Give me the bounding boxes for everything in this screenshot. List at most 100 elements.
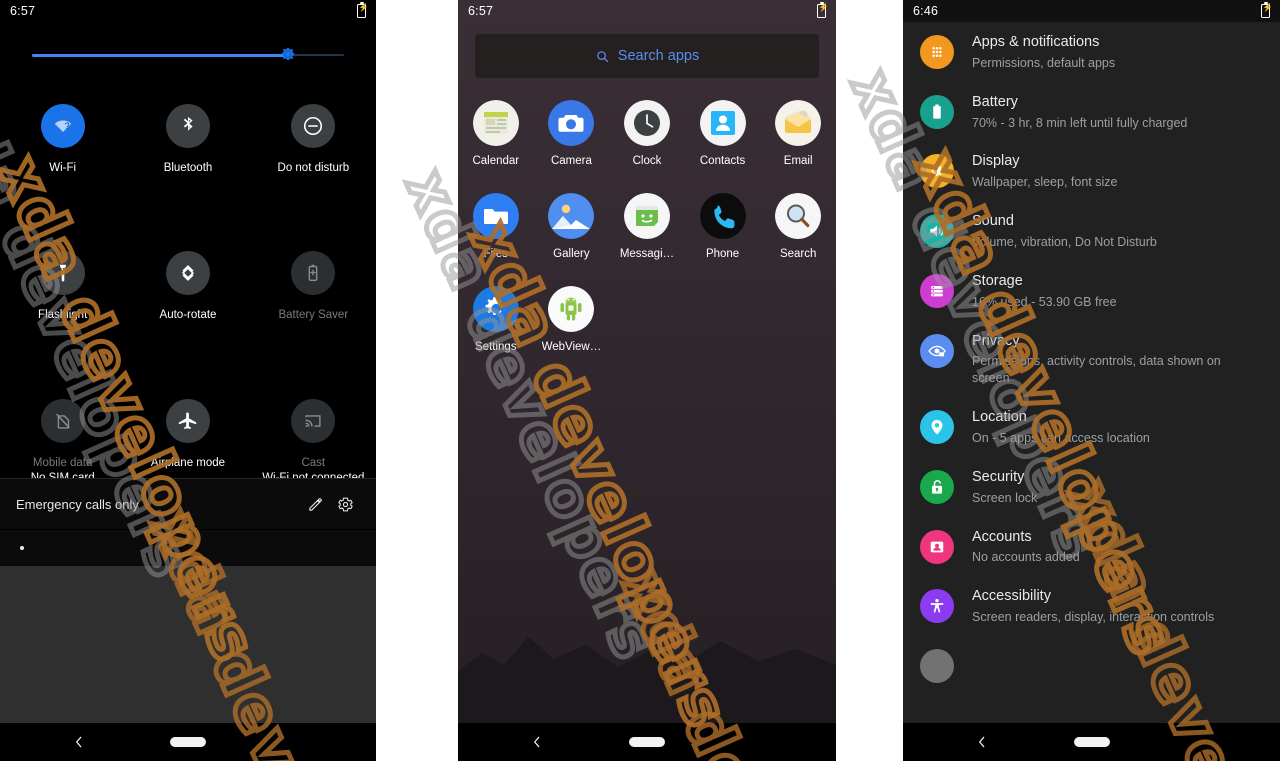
home-pill[interactable] — [1073, 737, 1110, 747]
status-bar-icons — [357, 2, 368, 18]
navigation-bar — [0, 723, 376, 761]
clock-app-icon — [623, 100, 670, 146]
settings-row-security[interactable]: Security Screen lock — [903, 457, 1280, 517]
tile-battery-saver[interactable]: Battery Saver — [251, 251, 376, 322]
navigation-bar — [903, 723, 1280, 761]
tile-mobile-data[interactable]: Mobile data No SIM card — [0, 398, 125, 486]
settings-row-location[interactable]: Location On - 5 apps can access location — [903, 397, 1280, 457]
tile-row-2: Flashlight Auto-rotate Battery Saver — [0, 251, 376, 322]
app-label: Gallery — [553, 248, 590, 260]
quick-settings-page-indicator — [0, 530, 376, 566]
settings-row-text: Display Wallpaper, sleep, font size — [972, 151, 1117, 191]
status-bar-clock: 6:57 — [468, 4, 494, 18]
app-settings[interactable]: Settings — [458, 286, 534, 353]
app-phone[interactable]: Phone — [685, 193, 761, 260]
settings-row-subtitle: No accounts added — [972, 550, 1080, 565]
webview-app-icon — [548, 286, 595, 332]
app-label: Contacts — [699, 155, 746, 167]
settings-row-privacy[interactable]: Privacy Permissions, activity controls, … — [903, 321, 1280, 398]
settings-panel: 6:46 Apps & notifications Permissions, d… — [903, 0, 1280, 761]
app-contacts[interactable]: Contacts — [685, 100, 761, 167]
quick-settings-footer: Emergency calls only — [0, 478, 376, 529]
settings-row-accessibility[interactable]: Accessibility Screen readers, display, i… — [903, 576, 1280, 636]
settings-row-title: Storage — [972, 272, 1023, 289]
tile-airplane-mode[interactable]: Airplane mode — [125, 398, 250, 486]
settings-row-battery[interactable]: Battery 70% - 3 hr, 8 min left until ful… — [903, 82, 1280, 142]
gear-icon[interactable] — [330, 496, 360, 513]
settings-row-apps-notifications[interactable]: Apps & notifications Permissions, defaul… — [903, 22, 1280, 82]
tile-label: Battery Saver — [278, 309, 349, 322]
back-chevron-icon[interactable] — [72, 735, 86, 749]
settings-row-sound[interactable]: Sound Volume, vibration, Do Not Disturb — [903, 201, 1280, 261]
app-label: Clock — [632, 155, 662, 167]
brightness-slider[interactable] — [32, 47, 344, 61]
settings-row-subtitle: 16% used - 53.90 GB free — [972, 294, 1117, 309]
app-slot-empty — [685, 286, 761, 353]
app-clock[interactable]: Clock — [609, 100, 685, 167]
settings-row-storage[interactable]: Storage 16% used - 53.90 GB free — [903, 261, 1280, 321]
settings-row-text: Security Screen lock — [972, 467, 1037, 507]
app-camera[interactable]: Camera — [534, 100, 610, 167]
app-label: Search — [779, 248, 817, 260]
tile-auto-rotate[interactable]: Auto-rotate — [125, 251, 250, 322]
tile-flashlight[interactable]: Flashlight — [0, 251, 125, 322]
settings-row-title: Display — [972, 153, 1020, 170]
settings-row-text: Battery 70% - 3 hr, 8 min left until ful… — [972, 92, 1187, 132]
tile-label: Do not disturb — [277, 162, 350, 174]
settings-row-text: Location On - 5 apps can access location — [972, 407, 1150, 447]
app-webview[interactable]: WebView… — [534, 286, 610, 353]
settings-row-accounts[interactable]: Accounts No accounts added — [903, 517, 1280, 577]
home-pill[interactable] — [629, 737, 665, 747]
back-chevron-icon[interactable] — [975, 735, 989, 749]
brightness-thumb[interactable] — [278, 44, 298, 64]
settings-row-subtitle: Screen readers, display, interaction con… — [972, 610, 1215, 625]
files-app-icon — [472, 193, 519, 239]
app-gallery[interactable]: Gallery — [534, 193, 610, 260]
gallery-app-icon — [548, 193, 595, 239]
app-label: Messagi… — [619, 248, 675, 260]
contacts-app-icon — [699, 100, 746, 146]
app-grid: Calendar Camera Clock Contacts Email Fil… — [458, 100, 836, 379]
settings-row-text: Accounts No accounts added — [972, 527, 1080, 567]
tile-bluetooth[interactable]: Bluetooth — [125, 104, 250, 175]
battery-saver-icon — [291, 251, 336, 296]
tile-do-not-disturb[interactable]: Do not disturb — [251, 104, 376, 175]
settings-row-partial[interactable] — [903, 636, 1280, 693]
status-bar-clock: 6:46 — [913, 4, 939, 18]
app-files[interactable]: Files — [458, 193, 534, 260]
tile-label: Auto-rotate — [159, 309, 217, 322]
status-bar: 6:57 — [458, 0, 836, 22]
settings-list[interactable]: Apps & notifications Permissions, defaul… — [903, 22, 1280, 733]
settings-row-subtitle: Permissions, default apps — [972, 55, 1116, 70]
bluetooth-icon — [165, 104, 210, 148]
cast-icon — [291, 398, 336, 443]
settings-row-title: Accounts — [972, 528, 1032, 545]
settings-row-display[interactable]: Display Wallpaper, sleep, font size — [903, 141, 1280, 201]
battery-charging-icon — [1261, 2, 1272, 18]
home-pill[interactable] — [170, 737, 206, 747]
settings-row-title: Location — [972, 409, 1027, 426]
settings-row-subtitle: Permissions, activity controls, data sho… — [972, 354, 1221, 386]
app-calendar[interactable]: Calendar — [458, 100, 534, 167]
tile-cast[interactable]: Cast Wi-Fi not connected — [251, 398, 376, 486]
tile-wifi[interactable]: ? Wi-Fi — [0, 104, 125, 175]
search-input[interactable]: Search apps — [475, 34, 819, 78]
location-pin-icon — [920, 410, 954, 445]
svg-text:?: ? — [64, 121, 69, 131]
back-chevron-icon[interactable] — [530, 735, 544, 749]
settings-row-subtitle: 70% - 3 hr, 8 min left until fully charg… — [972, 115, 1188, 130]
app-row-1: Calendar Camera Clock Contacts Email — [458, 100, 836, 167]
app-email[interactable]: Email — [760, 100, 836, 167]
mobile-data-off-icon — [40, 398, 85, 443]
navigation-bar — [458, 723, 836, 761]
account-icon — [920, 529, 954, 564]
app-search[interactable]: Search — [760, 193, 836, 260]
app-slot-empty — [760, 286, 836, 353]
search-placeholder-text: Search apps — [617, 48, 700, 64]
battery-charging-icon — [817, 2, 828, 18]
pencil-icon[interactable] — [300, 496, 330, 513]
app-messaging[interactable]: Messagi… — [609, 193, 685, 260]
settings-row-title — [972, 647, 976, 666]
email-app-icon — [775, 100, 822, 146]
settings-app-icon — [472, 286, 519, 332]
